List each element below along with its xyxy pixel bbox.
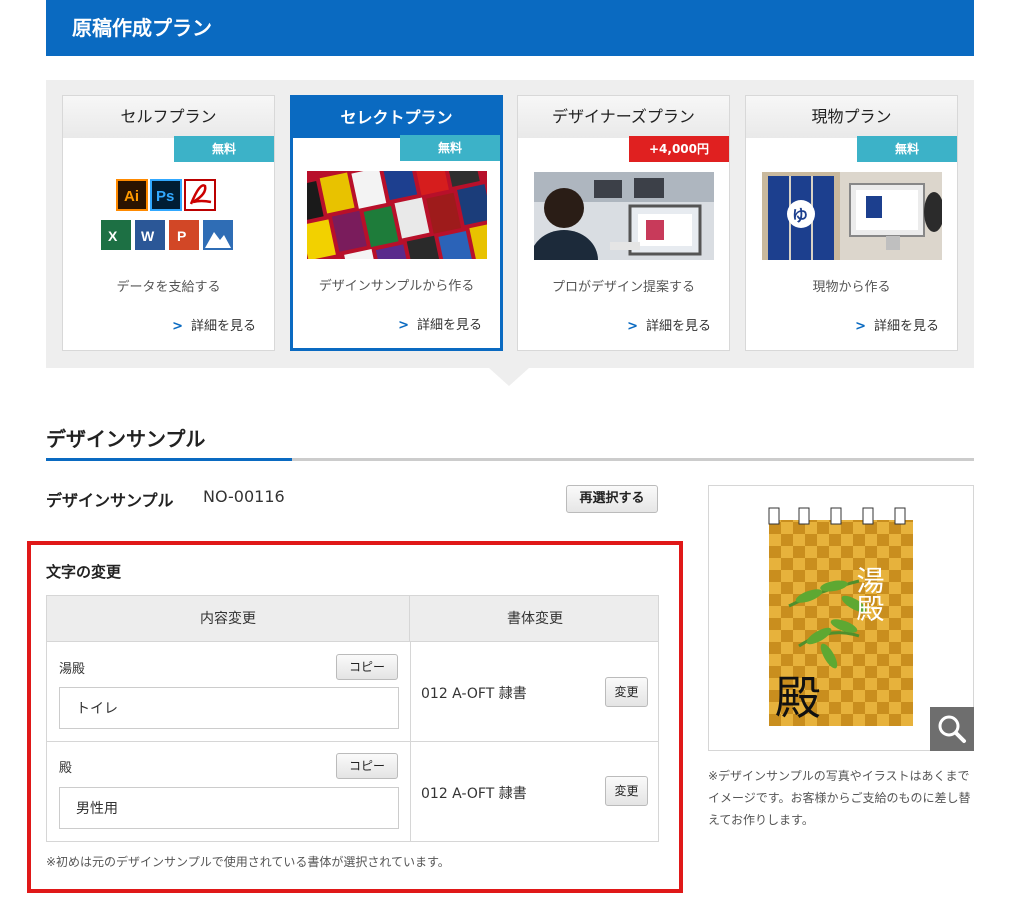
page-title: 原稿作成プラン: [72, 16, 212, 40]
font-note: ※初めは元のデザインサンプルで使用されている書体が選択されています。: [46, 855, 450, 869]
plan-description: データを支給する: [116, 280, 221, 295]
price-badge: +4,000円: [629, 136, 729, 162]
chevron-right-icon: >: [627, 319, 638, 334]
table-header: 内容変更 書体変更: [47, 596, 658, 642]
plan-description: プロがデザイン提案する: [551, 280, 695, 295]
svg-text:ゆ: ゆ: [792, 206, 808, 225]
excel-icon: X: [108, 228, 118, 244]
text-change-title: 文字の変更: [46, 563, 122, 581]
plan-card-designers[interactable]: デザイナーズプラン +4,000円 プロがデザイン提案する > 詳細を見る: [517, 95, 730, 351]
column-divider: [410, 642, 411, 842]
plan-card-self[interactable]: セルフプラン 無料 Ai Ps X W P データを支給する > 詳細を見る: [62, 95, 275, 351]
preview-text-top: 湯殿: [853, 566, 886, 622]
text-change-table: 内容変更 書体変更 湯殿 コピー 012 A-OFT 隷書 変更 殿 コピー 0…: [46, 595, 659, 842]
plan-details-link[interactable]: > 詳細を見る: [398, 314, 482, 333]
plan-card-select[interactable]: セレクトプラン 無料 デザインサンプルから作る > 詳細を見る: [290, 95, 503, 351]
text-input-tono[interactable]: [59, 787, 399, 829]
copy-button[interactable]: コピー: [336, 753, 398, 779]
word-icon: W: [141, 228, 155, 244]
preview-note: ※デザインサンプルの写真やイラストはあくまでイメージです。お客様からご支給のもの…: [708, 769, 971, 827]
row-divider: [47, 741, 658, 742]
plan-description: デザインサンプルから作る: [318, 279, 475, 294]
plan-card-genbutsu[interactable]: 現物プラン 無料 ゆ 現物から作る > 詳細を見る: [745, 95, 958, 351]
ps-icon: Ps: [156, 188, 174, 205]
noren-photo: ゆ: [762, 172, 942, 260]
price-badge: 無料: [400, 135, 500, 161]
page-header: 原稿作成プラン: [46, 0, 974, 56]
section-title: デザインサンプル: [46, 427, 206, 451]
plan-title: 現物プラン: [746, 96, 957, 138]
designer-photo: [534, 172, 714, 260]
copy-button[interactable]: コピー: [336, 654, 398, 680]
software-icons-image: Ai Ps X W P: [79, 172, 259, 260]
chevron-right-icon: >: [398, 318, 409, 333]
section-divider-accent: [46, 458, 292, 461]
plan-title: セレクトプラン: [293, 98, 500, 138]
plan-details-link[interactable]: > 詳細を見る: [627, 315, 711, 334]
plan-details-link[interactable]: > 詳細を見る: [172, 315, 256, 334]
sample-number: NO-00116: [203, 487, 285, 506]
sample-label: デザインサンプル: [46, 491, 174, 510]
change-font-button[interactable]: 変更: [605, 677, 648, 707]
powerpoint-icon: P: [177, 228, 186, 244]
reselect-button[interactable]: 再選択する: [566, 485, 658, 513]
font-name: 012 A-OFT 隷書: [421, 786, 527, 802]
magnifier-icon: [938, 715, 966, 743]
design-samples-image: [307, 171, 487, 259]
chevron-right-icon: >: [172, 319, 183, 334]
ai-icon: Ai: [124, 188, 139, 205]
chevron-right-icon: >: [855, 319, 866, 334]
font-name: 012 A-OFT 隷書: [421, 686, 527, 702]
column-header-font: 書体変更: [507, 611, 563, 627]
plan-title: セルフプラン: [63, 96, 274, 138]
text-input-yudono[interactable]: [59, 687, 399, 729]
plan-description: 現物から作る: [812, 280, 891, 295]
column-header-content: 内容変更: [47, 596, 410, 642]
zoom-button[interactable]: [930, 707, 974, 751]
price-badge: 無料: [857, 136, 957, 162]
preview-text-big: 殿: [775, 671, 821, 725]
price-badge: 無料: [174, 136, 274, 162]
plan-title: デザイナーズプラン: [518, 96, 729, 138]
plan-details-link[interactable]: > 詳細を見る: [855, 315, 939, 334]
selected-plan-pointer: [489, 368, 529, 386]
row-label-yudono: 湯殿: [59, 662, 86, 677]
change-font-button[interactable]: 変更: [605, 776, 648, 806]
row-label-tono: 殿: [59, 761, 73, 776]
